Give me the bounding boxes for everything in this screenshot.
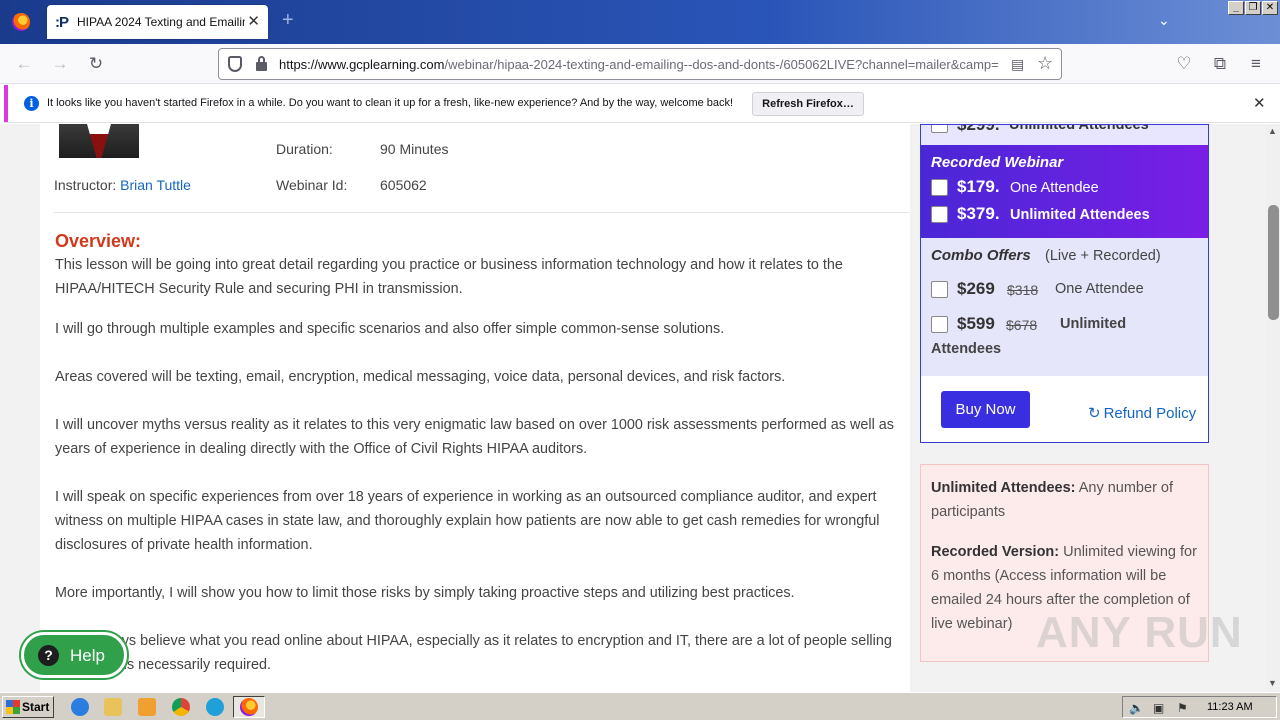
recorded-webinar-section: Recorded Webinar $179. One Attendee $379… bbox=[921, 145, 1208, 238]
pricing-card: $299. Unlimited Attendees Recorded Webin… bbox=[920, 124, 1209, 443]
combo-unlimited-checkbox[interactable] bbox=[931, 316, 948, 333]
new-tab-button[interactable]: + bbox=[282, 9, 294, 32]
info-icon: i bbox=[24, 96, 39, 111]
divider bbox=[54, 212, 910, 213]
live-unlimited-price: $299. bbox=[957, 125, 1000, 135]
recorded-unlimited-text: Unlimited Attendees bbox=[1010, 207, 1150, 223]
combo-one-old-price: $318 bbox=[1007, 282, 1039, 298]
help-button[interactable]: ? Help bbox=[21, 632, 127, 678]
start-button[interactable]: Start bbox=[2, 696, 54, 718]
overview-heading: Overview: bbox=[55, 231, 142, 251]
windows-logo-icon bbox=[6, 700, 20, 714]
recorded-unlimited-checkbox[interactable] bbox=[931, 206, 948, 223]
webinar-id-label: Webinar Id: bbox=[276, 177, 348, 193]
tab-close-icon[interactable]: ✕ bbox=[247, 12, 260, 30]
ie-icon[interactable] bbox=[71, 698, 89, 716]
recorded-webinar-title: Recorded Webinar bbox=[931, 154, 1064, 171]
recorded-one-checkbox[interactable] bbox=[931, 179, 948, 196]
browser-tab[interactable]: :P HIPAA 2024 Texting and Emailing - ✕ bbox=[47, 5, 268, 39]
overview-paragraph: I will uncover myths versus reality as i… bbox=[55, 417, 894, 457]
browser-navbar: ← → ↻ https://www.gcplearning.com/webina… bbox=[0, 44, 1280, 84]
webinar-id-value: 605062 bbox=[380, 177, 427, 193]
chrome-icon[interactable] bbox=[172, 698, 190, 716]
tab-title: HIPAA 2024 Texting and Emailing - bbox=[77, 15, 245, 29]
instructor-link[interactable]: Brian Tuttle bbox=[120, 177, 191, 193]
volume-icon[interactable]: 🔈 bbox=[1129, 701, 1144, 715]
firefox-logo-icon[interactable] bbox=[12, 13, 30, 31]
overview-paragraph: This lesson will be going into great det… bbox=[55, 257, 843, 297]
refresh-notification-bar: i It looks like you haven't started Fire… bbox=[0, 85, 1280, 123]
forward-icon[interactable]: → bbox=[50, 54, 70, 74]
window-close-button[interactable]: ✕ bbox=[1262, 1, 1278, 15]
clock[interactable]: 11:23 AM bbox=[1207, 701, 1253, 713]
duration-value: 90 Minutes bbox=[380, 141, 449, 157]
notification-text: It looks like you haven't started Firefo… bbox=[47, 97, 734, 109]
notification-close-icon[interactable]: ✕ bbox=[1253, 94, 1266, 112]
anyrun-watermark: ANY RUN bbox=[1036, 608, 1243, 657]
scroll-down-icon[interactable]: ▼ bbox=[1268, 678, 1277, 688]
back-icon[interactable]: ← bbox=[14, 54, 34, 74]
window-restore-button[interactable]: ❐ bbox=[1245, 1, 1261, 15]
scroll-up-icon[interactable]: ▲ bbox=[1268, 126, 1277, 136]
overview-paragraph: Areas covered will be texting, email, en… bbox=[55, 369, 786, 385]
live-webinar-section: $299. Unlimited Attendees bbox=[921, 125, 1208, 145]
firefox-taskbar-button[interactable] bbox=[233, 696, 265, 718]
combo-offers-title: Combo Offers bbox=[931, 247, 1031, 264]
instructor-label: Instructor: Brian Tuttle bbox=[54, 177, 191, 193]
flag-icon[interactable]: ⚑ bbox=[1177, 701, 1188, 715]
refund-policy-link[interactable]: ↻ Refund Policy bbox=[1088, 404, 1196, 422]
unlimited-attendees-note: Unlimited Attendees: Any number of parti… bbox=[931, 480, 1174, 520]
instructor-photo bbox=[59, 124, 139, 158]
combo-offers-subtitle: (Live + Recorded) bbox=[1045, 248, 1161, 264]
url-bar[interactable]: https://www.gcplearning.com/webinar/hipa… bbox=[218, 48, 1062, 80]
media-player-icon[interactable] bbox=[138, 698, 156, 716]
window-minimize-button[interactable]: _ bbox=[1228, 1, 1244, 15]
refresh-firefox-button[interactable]: Refresh Firefox… bbox=[752, 92, 864, 116]
network-icon[interactable]: ▣ bbox=[1153, 701, 1164, 715]
tracking-shield-icon[interactable] bbox=[228, 56, 242, 72]
page-content: Duration: 90 Minutes Instructor: Brian T… bbox=[0, 124, 1266, 692]
overview-paragraph: I will go through multiple examples and … bbox=[55, 321, 725, 337]
combo-unlimited-text: Unlimited bbox=[1060, 316, 1127, 332]
browser-titlebar: :P HIPAA 2024 Texting and Emailing - ✕ +… bbox=[0, 0, 1280, 44]
url-text[interactable]: https://www.gcplearning.com/webinar/hipa… bbox=[279, 57, 1005, 72]
combo-one-price: $269 bbox=[957, 279, 995, 298]
extensions-icon[interactable]: ⧉ bbox=[1210, 54, 1230, 74]
pocket-icon[interactable]: ♡ bbox=[1174, 54, 1194, 74]
bookmark-star-icon[interactable]: ☆ bbox=[1037, 53, 1053, 74]
combo-one-text: One Attendee bbox=[1055, 281, 1144, 297]
course-details: Duration: 90 Minutes Instructor: Brian T… bbox=[40, 124, 910, 692]
page-scrollbar[interactable]: ▲ ▼ bbox=[1266, 124, 1280, 692]
scroll-thumb[interactable] bbox=[1268, 205, 1279, 320]
lock-icon[interactable] bbox=[256, 56, 267, 71]
tab-favicon-icon: :P bbox=[55, 14, 69, 31]
combo-unlimited-old-price: $678 bbox=[1006, 317, 1038, 333]
combo-unlimited-price: $599 bbox=[957, 314, 995, 333]
windows-taskbar: Start 🔈 ▣ ⚑ 11:23 AM bbox=[0, 692, 1280, 720]
duration-label: Duration: bbox=[276, 141, 333, 157]
refresh-icon: ↻ bbox=[1088, 405, 1101, 422]
recorded-unlimited-price: $379. bbox=[957, 204, 1000, 223]
overview-paragraph: More importantly, I will show you how to… bbox=[55, 585, 795, 601]
reload-icon[interactable]: ↻ bbox=[86, 54, 106, 74]
explorer-folder-icon[interactable] bbox=[104, 698, 122, 716]
combo-one-checkbox[interactable] bbox=[931, 281, 948, 298]
firefox-icon bbox=[240, 698, 258, 716]
live-unlimited-checkbox[interactable] bbox=[931, 125, 948, 133]
tab-list-chevron-icon[interactable]: ⌄ bbox=[1158, 12, 1170, 29]
recorded-one-text: One Attendee bbox=[1010, 180, 1099, 196]
recorded-one-price: $179. bbox=[957, 177, 1000, 196]
question-icon: ? bbox=[38, 645, 59, 666]
system-tray: 🔈 ▣ ⚑ 11:23 AM bbox=[1122, 696, 1277, 718]
menu-icon[interactable]: ≡ bbox=[1246, 54, 1266, 74]
edge-icon[interactable] bbox=[206, 698, 224, 716]
combo-unlimited-text-2: Attendees bbox=[931, 341, 1002, 357]
overview-paragraph: Don't always believe what you read onlin… bbox=[55, 633, 892, 673]
buy-now-button[interactable]: Buy Now bbox=[941, 391, 1030, 428]
reader-view-icon[interactable]: ▤ bbox=[1011, 56, 1024, 73]
live-unlimited-text: Unlimited Attendees bbox=[1009, 125, 1149, 133]
combo-offers-section: Combo Offers (Live + Recorded) $269 $318… bbox=[921, 238, 1208, 376]
overview-paragraph: I will speak on specific experiences fro… bbox=[55, 489, 880, 553]
